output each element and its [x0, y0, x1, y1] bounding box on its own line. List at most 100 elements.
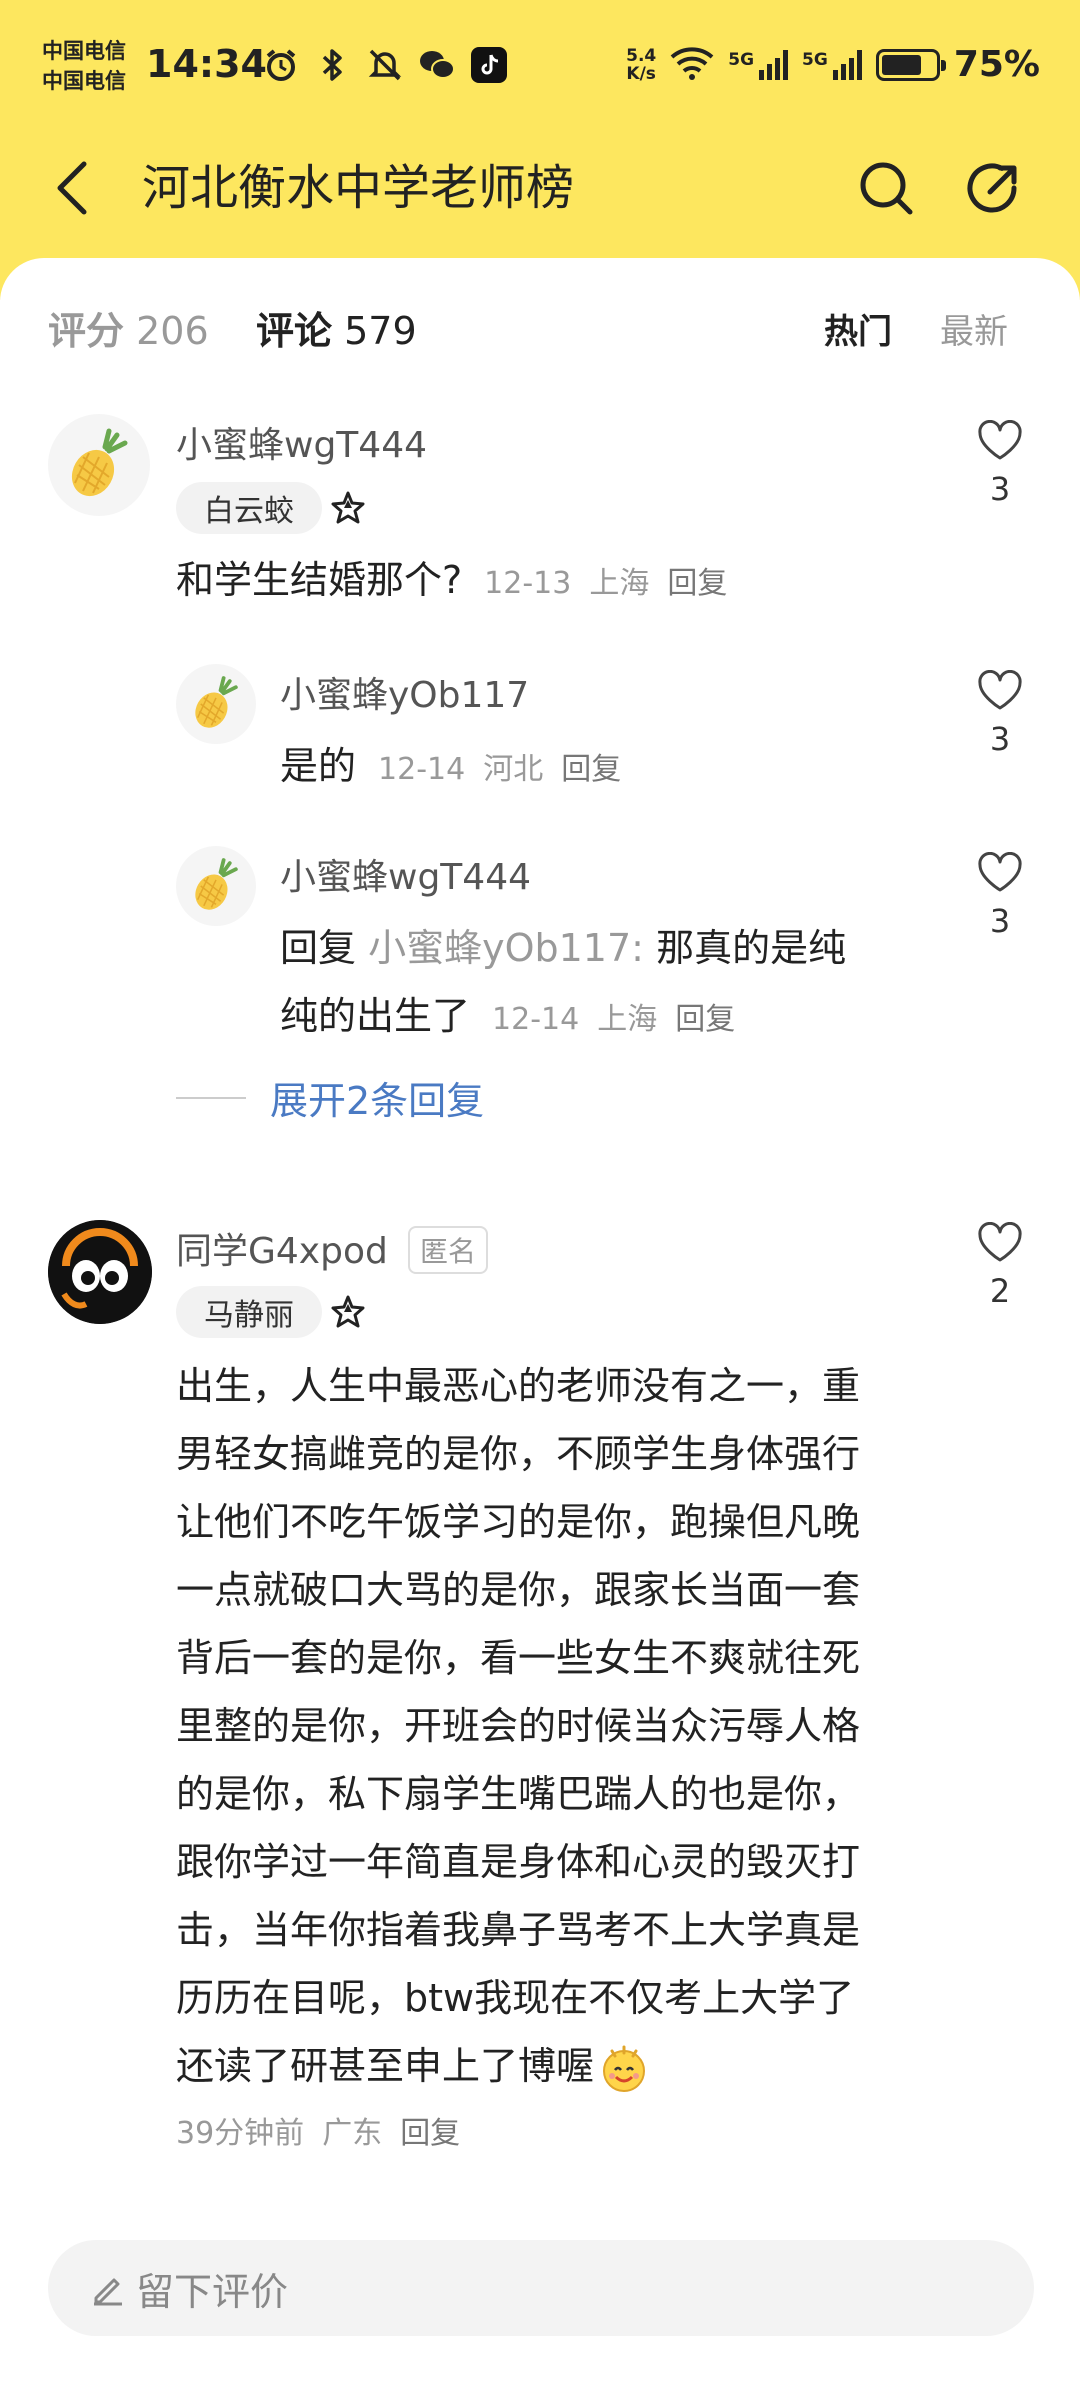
comment-line: 的是你，私下扇学生嘴巴踹人的也是你，: [176, 1772, 861, 1816]
tab-comments[interactable]: 评论 579: [256, 300, 417, 355]
comment-line: 跟你学过一年简直是身体和心灵的毁灭打: [176, 1840, 861, 1884]
wechat-icon: [418, 46, 456, 84]
reply-button[interactable]: 回复: [561, 752, 621, 787]
reply-button[interactable]: 回复: [400, 2116, 460, 2151]
battery-level: [881, 54, 921, 75]
heart-icon: [978, 669, 1022, 710]
status-bar: 中国电信 中国电信 14:34 5.4 K/s 5G 5G 75%: [0, 0, 1080, 130]
speed-value: 5.4: [626, 45, 657, 66]
battery-percent: 75%: [953, 44, 1040, 85]
notification-icons: [262, 46, 508, 84]
like-count: 3: [989, 720, 1011, 758]
reply-body: 是的: [280, 744, 357, 788]
carrier-labels: 中国电信 中国电信: [42, 36, 126, 96]
review-input-placeholder: 留下评价: [136, 2269, 289, 2314]
search-icon: [860, 162, 913, 215]
back-button[interactable]: [44, 158, 100, 218]
pineapple-icon: [195, 676, 238, 728]
chevron-left-icon: [57, 161, 87, 215]
reply-text: 是的 12-14 河北 回复: [280, 732, 621, 804]
reply-username[interactable]: 小蜜蜂yOb117: [280, 666, 529, 718]
avatar[interactable]: [176, 846, 256, 926]
like-count: 3: [989, 470, 1011, 508]
sort-hot-button[interactable]: 热门: [824, 304, 892, 353]
stats-sort-row: 评分 206 评论 579 热门 最新: [48, 290, 1028, 360]
comment-location: 上海: [589, 566, 650, 601]
tiktok-icon: [470, 46, 508, 84]
system-indicators: 5.4 K/s 5G 5G 75%: [626, 44, 1040, 85]
pen-icon: [94, 2278, 122, 2306]
like-count: 2: [989, 1272, 1011, 1310]
comments-label: 评论: [256, 309, 333, 353]
network-type-2: 5G: [802, 49, 828, 70]
rating-count: 206: [136, 309, 209, 353]
carrier-2: 中国电信: [42, 69, 126, 93]
heart-icon: [978, 1221, 1022, 1262]
reply-button[interactable]: 回复: [667, 566, 727, 601]
comment-date: 12-13: [484, 566, 572, 601]
pineapple-icon: [71, 428, 128, 497]
wifi-icon: [670, 46, 714, 84]
tab-rating[interactable]: 评分 206: [48, 300, 209, 355]
share-button[interactable]: [964, 158, 1024, 218]
heart-icon: [978, 419, 1022, 460]
rated-teacher-tag[interactable]: 马静丽: [176, 1286, 322, 1338]
comment-line: 击，当年你指着我鼻子骂考不上大学真是: [176, 1908, 861, 1952]
reply-date: 12-14: [492, 1002, 580, 1037]
pineapple-icon: [195, 858, 238, 910]
bluetooth-icon: [314, 46, 352, 84]
carrier-1: 中国电信: [42, 39, 126, 63]
battery-icon: [875, 48, 946, 81]
avatar[interactable]: [48, 1220, 152, 1324]
speed-unit: K/s: [626, 63, 656, 84]
like-button[interactable]: 2: [970, 1221, 1030, 1310]
like-button[interactable]: 3: [970, 419, 1030, 508]
comment-meta: 39分钟前 广东 回复: [176, 2104, 460, 2164]
comment-line: 一点就破口大骂的是你，跟家长当面一套: [176, 1568, 861, 1612]
comment-username[interactable]: 小蜜蜂wgT444: [176, 416, 427, 468]
like-button[interactable]: 3: [970, 851, 1030, 940]
comments-count: 579: [344, 309, 417, 353]
reply-to-username[interactable]: 小蜜蜂yOb117:: [368, 926, 644, 970]
reply-date: 12-14: [378, 752, 466, 787]
comment-line: 背后一套的是你，看一些女生不爽就往死: [176, 1636, 861, 1680]
smile-emoji-icon: [603, 2045, 646, 2092]
expand-replies-button[interactable]: 展开2条回复: [176, 1070, 484, 1125]
reply-username[interactable]: 小蜜蜂wgT444: [280, 848, 531, 900]
reply-location: 上海: [597, 1002, 658, 1037]
reply-body-line1: 那真的是纯: [656, 926, 847, 970]
page-title: 河北衡水中学老师榜: [142, 160, 575, 216]
signal-icon-2: 5G: [802, 49, 862, 80]
reply-prefix: 回复: [280, 926, 357, 970]
star-badge-icon: [331, 491, 365, 524]
like-button[interactable]: 3: [970, 669, 1030, 758]
reply-body-line2: 纯的出生了: [280, 994, 471, 1038]
comment-text: 和学生结婚那个? 12-13 上海 回复: [176, 546, 727, 618]
top-nav: 河北衡水中学老师榜: [0, 140, 1080, 236]
signal-icon-1: 5G: [728, 49, 789, 80]
comment-line: 男轻女搞雌竞的是你，不顾学生身体强行: [176, 1432, 861, 1476]
comment-text: 出生，人生中最恶心的老师没有之一，重 男轻女搞雌竞的是你，不顾学生身体强行 让他…: [176, 1352, 956, 2100]
comment-date: 39分钟前: [176, 2116, 305, 2151]
search-button[interactable]: [856, 158, 916, 218]
sort-new-button[interactable]: 最新: [940, 304, 1008, 353]
comment-line: 出生，人生中最恶心的老师没有之一，重: [176, 1364, 861, 1408]
mute-icon: [366, 46, 404, 84]
clock: 14:34: [146, 42, 267, 86]
comment-location: 广东: [322, 2116, 383, 2151]
expand-replies-label: 展开2条回复: [270, 1079, 485, 1123]
rating-label: 评分: [48, 309, 125, 353]
network-type-1: 5G: [728, 49, 755, 70]
review-input[interactable]: 留下评价: [48, 2240, 1034, 2336]
share-icon: [967, 163, 1017, 213]
star-badge-icon: [331, 1295, 365, 1328]
rated-teacher-tag[interactable]: 白云蛟: [176, 482, 322, 534]
reply-button[interactable]: 回复: [675, 1002, 735, 1037]
comment-line: 让他们不吃午饭学习的是你，跑操但凡晚: [176, 1500, 861, 1544]
avatar[interactable]: [176, 664, 256, 744]
alarm-icon: [262, 46, 300, 84]
avatar[interactable]: [48, 414, 150, 516]
comment-line: 还读了研甚至申上了博喔: [176, 2044, 595, 2088]
like-count: 3: [989, 902, 1011, 940]
comment-username[interactable]: 同学G4xpod: [176, 1222, 388, 1274]
